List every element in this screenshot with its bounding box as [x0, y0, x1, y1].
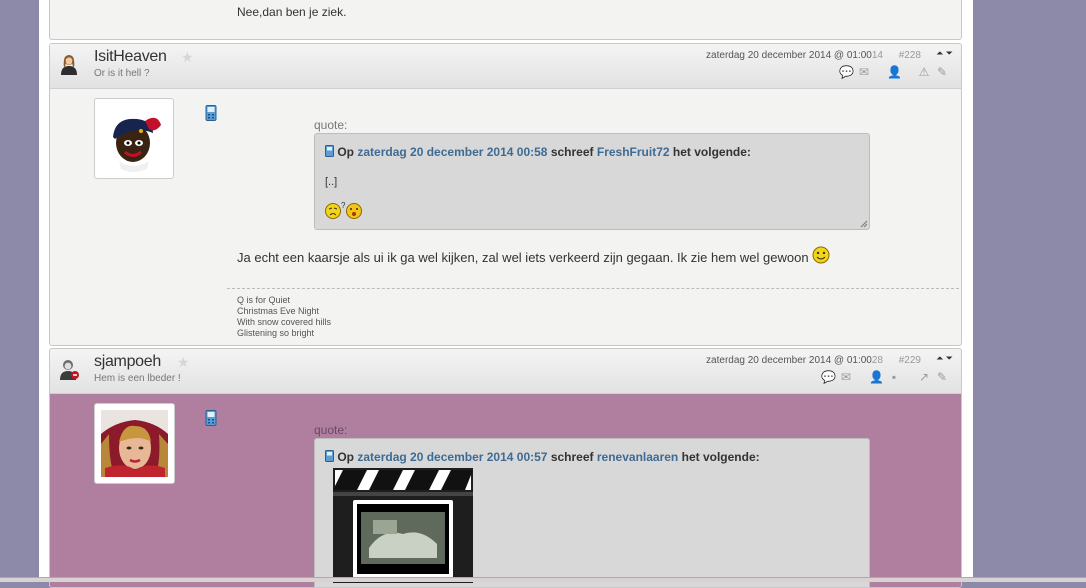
username[interactable]: IsitHeaven	[94, 48, 167, 66]
username[interactable]: sjampoeh	[94, 353, 161, 371]
quote-label: quote:	[314, 423, 348, 437]
edit-icon[interactable]: ✎	[935, 370, 949, 384]
previous-post: Nee,dan ben je ziek.	[49, 0, 962, 40]
profile-icon[interactable]: 👤	[887, 65, 902, 79]
report-icon[interactable]: ⚠	[917, 65, 931, 79]
nav-up-icon[interactable]: ⏶	[936, 353, 943, 363]
signature-line: Christmas Eve Night	[237, 306, 320, 316]
post-228: IsitHeaven ★ Or is it hell ? zaterdag 20…	[49, 43, 962, 346]
user-female-icon	[61, 55, 77, 75]
edit-icon[interactable]: ✎	[935, 65, 949, 79]
ip-icon[interactable]: ▪	[887, 370, 901, 384]
signature: Q is for Quiet Christmas Eve Night With …	[227, 288, 961, 345]
post-header: sjampoeh ★ Hem is een lbeder ! zaterdag …	[50, 349, 961, 394]
signature-line: Glistening so bright	[237, 328, 315, 338]
phone-icon	[205, 410, 217, 426]
quote-smileys: ?	[325, 200, 363, 223]
post-actions: 💬 ✉ 👤 ⚠ ✎	[839, 65, 949, 79]
quote-box: Op zaterdag 20 december 2014 00:57 schre…	[314, 438, 870, 587]
quote-header: Op zaterdag 20 december 2014 00:58 schre…	[325, 145, 751, 159]
resize-grip-icon[interactable]	[860, 220, 868, 228]
page-column: Nee,dan ben je ziek. IsitHeaven ★ Or is …	[39, 0, 973, 588]
quote-icon[interactable]: 💬	[821, 370, 836, 384]
smiley-icon	[812, 246, 830, 264]
message-text: Ja echt een kaarsje als ui ik ga wel kij…	[237, 246, 830, 265]
star-icon[interactable]: ★	[181, 49, 194, 66]
post-nav: ⏶ ⏷	[936, 353, 953, 364]
post-nav: ⏶ ⏷	[936, 48, 953, 59]
nav-down-icon[interactable]: ⏷	[946, 353, 953, 363]
quote-date-link[interactable]: zaterdag 20 december 2014 00:58	[357, 145, 547, 159]
smiley-icon: ?	[325, 201, 362, 219]
report-icon[interactable]: ↗	[917, 370, 931, 384]
signature-line: Q is for Quiet	[237, 295, 291, 305]
profile-icon[interactable]: 👤	[869, 370, 884, 384]
avatar[interactable]	[94, 98, 174, 179]
avatar[interactable]	[94, 403, 175, 484]
quote-header: Op zaterdag 20 december 2014 00:57 schre…	[325, 450, 760, 464]
mail-icon[interactable]: ✉	[839, 370, 853, 384]
post-number[interactable]: #228	[899, 50, 921, 61]
post-229: sjampoeh ★ Hem is een lbeder ! zaterdag …	[49, 348, 962, 588]
post-actions: 💬 ✉ 👤 ▪ ↗ ✎	[821, 370, 949, 384]
quote-box: Op zaterdag 20 december 2014 00:58 schre…	[314, 133, 870, 230]
phone-icon	[205, 105, 217, 121]
quote-author-link[interactable]: renevanlaaren	[597, 450, 678, 464]
post-number[interactable]: #229	[899, 355, 921, 366]
post-date: zaterdag 20 december 2014 @ 01:0014	[706, 50, 883, 61]
star-icon[interactable]: ★	[177, 354, 190, 371]
post-header: IsitHeaven ★ Or is it hell ? zaterdag 20…	[50, 44, 961, 89]
svg-text:?: ?	[341, 201, 346, 210]
phone-icon	[325, 145, 334, 157]
nav-down-icon[interactable]: ⏷	[946, 48, 953, 58]
video-thumbnail[interactable]	[333, 468, 473, 583]
taskbar	[0, 577, 1086, 582]
quote-body[interactable]: [..]	[325, 176, 337, 188]
quote-author-link[interactable]: FreshFruit72	[597, 145, 670, 159]
user-mod-icon	[60, 360, 79, 380]
quote-icon[interactable]: 💬	[839, 65, 854, 79]
user-title: Or is it hell ?	[94, 68, 150, 79]
avatar-image	[113, 117, 161, 172]
previous-post-text: Nee,dan ben je ziek.	[237, 5, 347, 19]
nav-up-icon[interactable]: ⏶	[936, 48, 943, 58]
phone-icon	[325, 450, 334, 462]
user-title: Hem is een lbeder !	[94, 373, 181, 384]
signature-line: With snow covered hills	[237, 317, 332, 327]
mail-icon[interactable]: ✉	[857, 65, 871, 79]
avatar-image	[101, 410, 168, 477]
post-date: zaterdag 20 december 2014 @ 01:0028	[706, 355, 883, 366]
quote-label: quote:	[314, 118, 348, 132]
quote-date-link[interactable]: zaterdag 20 december 2014 00:57	[357, 450, 547, 464]
